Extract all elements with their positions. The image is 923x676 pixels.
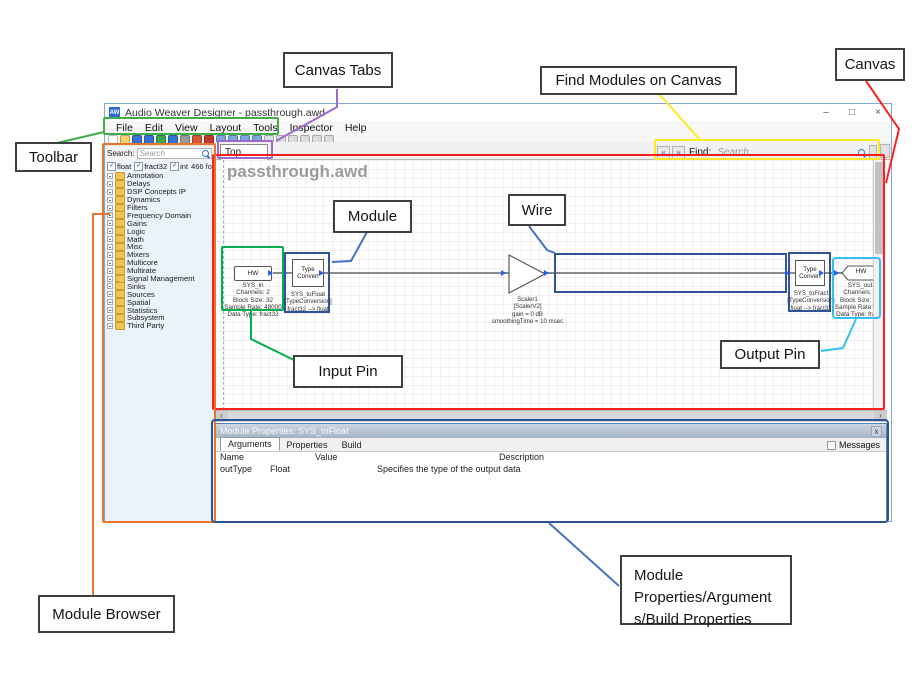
close-button[interactable]: ×: [865, 107, 891, 118]
module-properties-callout: Module Properties/Arguments/Build Proper…: [620, 555, 792, 625]
module-properties-connector-line: [549, 523, 619, 586]
minimize-button[interactable]: –: [813, 107, 839, 118]
module-browser-highlight-rect: [102, 143, 216, 523]
find-modules-callout: Find Modules on Canvas: [540, 66, 737, 95]
menu-item[interactable]: Inspector: [284, 122, 339, 134]
annotated-screenshot: AW Audio Weaver Designer - passthrough.a…: [0, 0, 923, 676]
maximize-button[interactable]: □: [839, 107, 865, 118]
wire-callout: Wire: [508, 194, 566, 226]
module-callout: Module: [333, 200, 412, 233]
output-pin-callout: Output Pin: [720, 340, 820, 369]
canvas-callout: Canvas: [835, 48, 905, 81]
canvas-tabs-callout: Canvas Tabs: [283, 52, 393, 88]
input-pin-callout: Input Pin: [293, 355, 403, 388]
toolbar-callout: Toolbar: [15, 142, 92, 172]
module-browser-callout: Module Browser: [38, 595, 175, 633]
menu-bar-highlight-rect: [103, 117, 279, 135]
properties-highlight-rect: [211, 419, 889, 523]
menu-item[interactable]: Help: [339, 122, 373, 134]
input-pin-highlight-rect: [221, 246, 284, 311]
output-pin-highlight-rect: [832, 257, 881, 319]
